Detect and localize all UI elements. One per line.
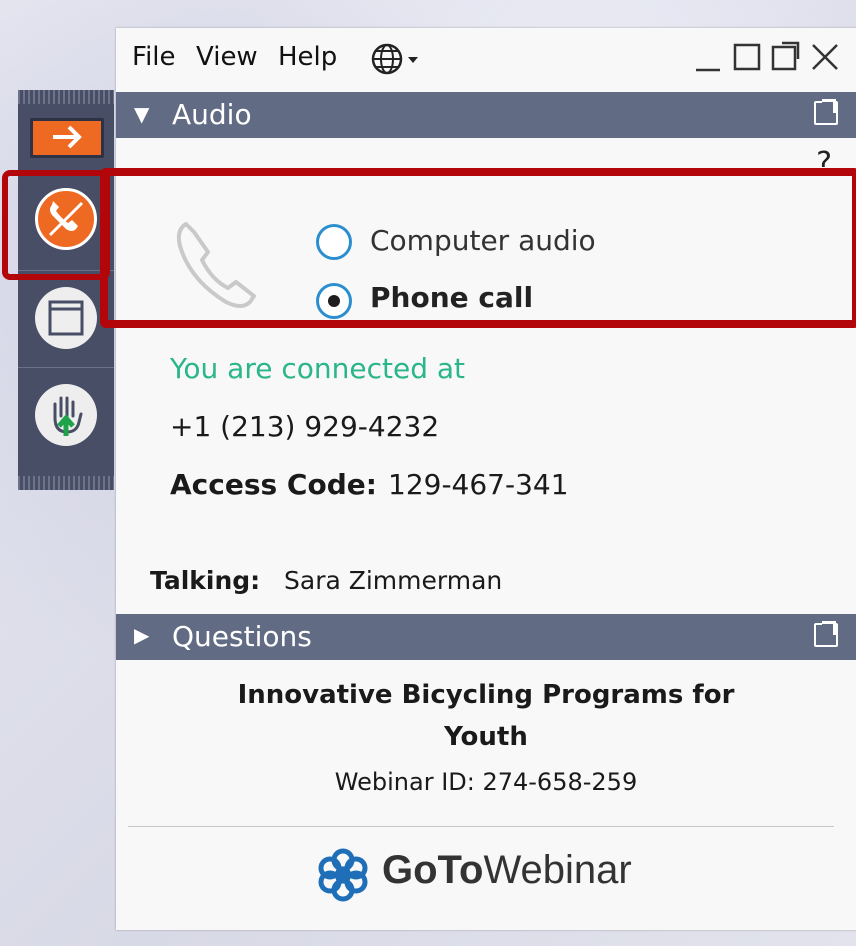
arrow-right-icon (53, 125, 82, 149)
access-code-label: Access Code: (170, 468, 377, 501)
audio-help-link[interactable]: ? (816, 146, 832, 168)
menu-help[interactable]: Help (278, 42, 337, 72)
brand-webinar: Webinar (483, 848, 632, 892)
talking-name: Sara Zimmerman (284, 566, 503, 595)
minimize-icon (696, 68, 720, 72)
questions-panel-title: Questions (172, 620, 312, 653)
panel-popout-icon[interactable] (814, 99, 838, 125)
close-icon (812, 44, 838, 70)
maximize-icon (733, 43, 761, 71)
control-panel-window: File View Help ▼ Audio ? Computer audio … (100, 28, 856, 930)
webinar-id: Webinar ID: 274-658-259 (334, 768, 638, 796)
menu-bar: File View Help (116, 28, 856, 90)
grab-tab-button[interactable] (30, 118, 104, 158)
minimize-button[interactable] (694, 40, 722, 82)
phone-number: +1 (213) 929-4232 (170, 410, 440, 443)
gotowebinar-wordmark: GoToWebinar (382, 848, 632, 893)
expand-triangle-icon: ▶ (134, 623, 150, 647)
popout-icon (771, 41, 800, 71)
menu-file[interactable]: File (132, 42, 176, 72)
webinar-title-line1: Innovative Bicycling Programs for (237, 680, 735, 710)
raise-hand-button[interactable] (18, 368, 114, 458)
popout-button[interactable] (770, 40, 800, 82)
toolbar-grip-top[interactable] (18, 90, 114, 104)
audio-panel-title: Audio (172, 98, 252, 131)
webinar-title: Innovative Bicycling Programs for Youth (116, 674, 856, 758)
raise-hand-icon (35, 384, 97, 446)
gotowebinar-logo-icon (312, 844, 374, 910)
webinar-title-line2: Youth (444, 722, 528, 752)
collapse-triangle-icon: ▼ (134, 102, 150, 126)
questions-panel-header[interactable]: ▶ Questions (116, 614, 856, 660)
maximize-button[interactable] (732, 40, 762, 82)
access-code-value: 129-467-341 (388, 468, 569, 501)
questions-popout-icon[interactable] (814, 621, 838, 647)
menu-view[interactable]: View (196, 42, 258, 72)
audio-options-highlight (100, 168, 856, 328)
globe-icon (371, 43, 418, 75)
language-menu[interactable] (370, 42, 430, 80)
close-button[interactable] (810, 40, 840, 82)
audio-button-highlight (2, 170, 110, 280)
divider (128, 826, 834, 827)
connected-status: You are connected at (170, 352, 465, 385)
window-icon (35, 287, 97, 349)
talking-label: Talking: (150, 566, 261, 595)
audio-panel-header[interactable]: ▼ Audio (116, 92, 856, 138)
brand-goto: GoTo (382, 848, 484, 892)
toolbar-grip-bottom[interactable] (18, 476, 114, 490)
